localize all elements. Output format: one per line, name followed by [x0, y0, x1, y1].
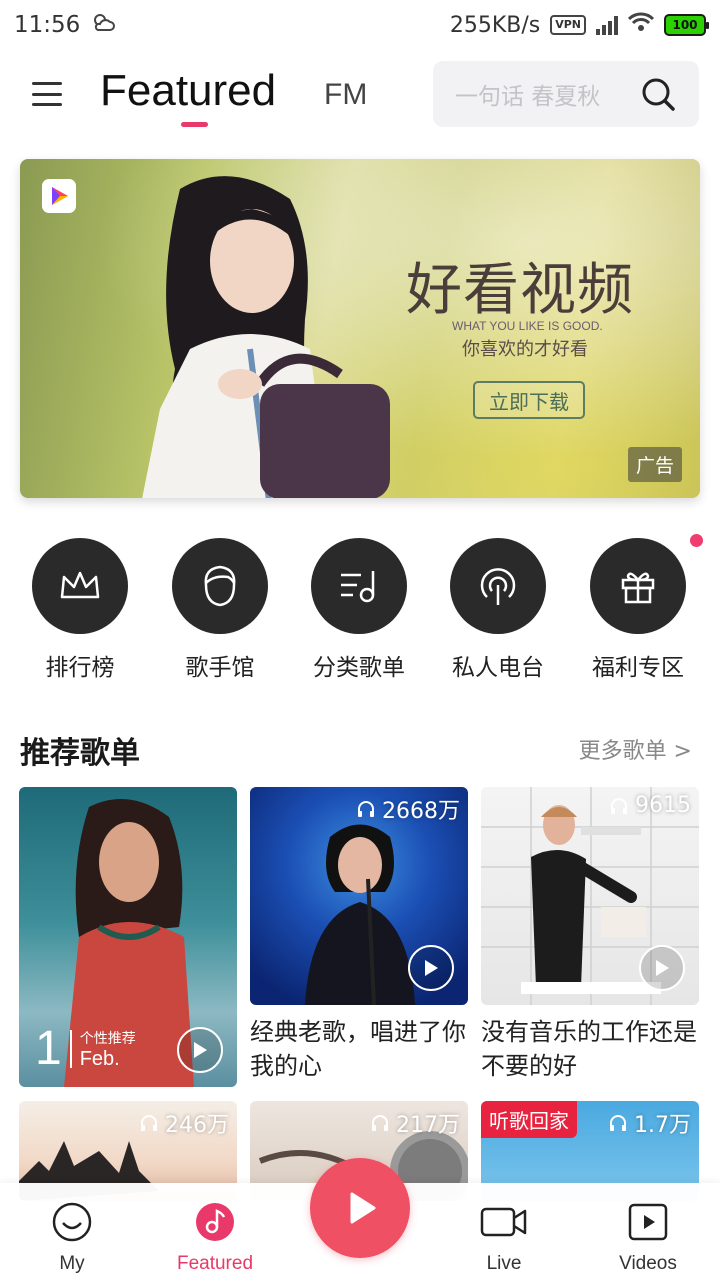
play-count: 2668万: [356, 793, 460, 825]
headphones-icon: [611, 797, 627, 814]
nav-label: Live: [486, 1253, 522, 1274]
quick-entry-label: 分类歌单: [313, 655, 405, 681]
playlist-cover: 9615: [481, 787, 699, 1005]
play-icon: [425, 960, 438, 976]
headphones-icon: [610, 1115, 626, 1131]
active-tab-indicator: [181, 122, 208, 127]
playlist-cover: 2668万: [250, 787, 468, 1005]
quick-entry-label: 福利专区: [592, 655, 684, 681]
date-month: Feb.: [79, 1047, 120, 1070]
cloud-sun-icon: [92, 12, 116, 39]
play-count-value: 2668万: [382, 799, 460, 824]
play-count-value: 246万: [165, 1113, 229, 1138]
status-time: 11:56: [14, 12, 81, 38]
play-icon: [656, 960, 669, 976]
play-count-value: 1.7万: [634, 1113, 691, 1138]
search-input[interactable]: 一句话 春夏秋: [433, 61, 699, 127]
wifi-icon: [627, 12, 655, 38]
tab-fm[interactable]: FM: [324, 78, 367, 112]
playlist-card[interactable]: 2668万 经典老歌，唱进了你我的心: [250, 787, 468, 1083]
playlist-title[interactable]: 经典老歌，唱进了你我的心: [250, 1015, 468, 1083]
play-count: 246万: [139, 1107, 229, 1139]
quick-entry-singers[interactable]: 歌手馆: [150, 538, 290, 682]
signal-icon: [596, 15, 618, 35]
app-logo-icon: [42, 179, 76, 213]
date-tag: 个性推荐: [79, 1030, 136, 1047]
nav-label: My: [59, 1253, 85, 1274]
quick-entry-radio[interactable]: 私人电台: [428, 538, 568, 682]
playlist-cover: 1 个性推荐 Feb.: [19, 787, 237, 1087]
date-day: 1: [35, 1022, 62, 1075]
play-icon: [194, 1042, 207, 1058]
now-playing-button[interactable]: [310, 1158, 410, 1258]
battery-icon: 100: [664, 14, 709, 36]
quick-entry-welfare[interactable]: 福利专区: [568, 538, 708, 682]
playlist-card[interactable]: 9615 没有音乐的工作还是不要的好: [481, 787, 699, 1083]
playlist-card[interactable]: 1 个性推荐 Feb.: [19, 787, 237, 1087]
play-count: 217万: [370, 1107, 460, 1139]
play-icon: [350, 1192, 376, 1224]
play-count: 9615: [609, 793, 691, 818]
network-speed: 255KB/s: [449, 12, 541, 38]
nav-item-live[interactable]: Live: [444, 1201, 564, 1275]
headphones-icon: [372, 1115, 388, 1131]
music-note-disc-icon: [196, 1203, 234, 1241]
singer-face-icon: [204, 565, 236, 607]
play-button[interactable]: [639, 945, 685, 991]
play-square-icon: [628, 1203, 668, 1241]
quick-entry-label: 排行榜: [45, 655, 115, 681]
search-icon[interactable]: [641, 77, 675, 111]
quick-entries: 排行榜 歌手馆 分类歌单 私人电台 福利专区: [0, 538, 720, 681]
status-bar: 11:56 255KB/s VPN 100: [0, 0, 720, 50]
search-placeholder: 一句话 春夏秋: [455, 84, 601, 110]
headphones-icon: [141, 1115, 157, 1131]
quick-entry-categories[interactable]: 分类歌单: [289, 538, 429, 682]
crown-icon: [60, 571, 100, 599]
vpn-badge: VPN: [550, 15, 586, 35]
smile-face-icon: [52, 1202, 92, 1242]
gift-icon: [621, 572, 655, 604]
promo-banner[interactable]: 好看视频 WHAT YOU LIKE IS GOOD. 你喜欢的才好看 立即下载…: [20, 159, 700, 498]
playlist-title[interactable]: 没有音乐的工作还是不要的好: [481, 1015, 699, 1083]
play-count-value: 217万: [396, 1113, 460, 1138]
banner-photo-girl: [142, 176, 390, 498]
headphones-icon: [358, 801, 374, 817]
download-button[interactable]: 立即下载: [473, 381, 585, 419]
quick-entry-label: 私人电台: [452, 655, 544, 681]
playlist-note-icon: [341, 571, 375, 603]
play-button[interactable]: [408, 945, 454, 991]
play-count: 1.7万: [608, 1107, 691, 1139]
nav-label: Videos: [619, 1253, 677, 1274]
battery-level: 100: [672, 18, 698, 32]
play-button[interactable]: [177, 1027, 223, 1073]
playlist-badge: 听歌回家: [481, 1101, 577, 1138]
banner-subtitle-cn: 你喜欢的才好看: [462, 339, 588, 360]
radio-broadcast-icon: [480, 568, 516, 605]
video-camera-icon: [480, 1207, 527, 1237]
tab-featured[interactable]: Featured: [100, 66, 276, 116]
quick-entry-label: 歌手馆: [185, 655, 255, 681]
nav-item-featured[interactable]: Featured: [155, 1201, 275, 1275]
nav-label: Featured: [176, 1253, 254, 1274]
section-title: 推荐歌单: [20, 736, 140, 771]
quick-entry-ranking[interactable]: 排行榜: [10, 538, 150, 682]
top-header: Featured FM 一句话 春夏秋: [0, 56, 720, 136]
banner-title: 好看视频: [406, 258, 634, 323]
more-playlists-link[interactable]: 更多歌单 >: [579, 733, 692, 765]
play-count-value: 9615: [635, 793, 691, 818]
hamburger-menu-icon[interactable]: [32, 82, 62, 106]
nav-item-videos[interactable]: Videos: [588, 1201, 708, 1275]
ad-badge: 广告: [627, 447, 682, 482]
nav-item-my[interactable]: My: [12, 1201, 132, 1275]
banner-subtitle-en: WHAT YOU LIKE IS GOOD.: [452, 319, 603, 333]
